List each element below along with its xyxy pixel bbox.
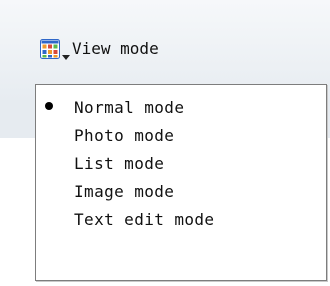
menu-item-label: List mode — [74, 153, 165, 173]
menu-item-list-mode[interactable]: List mode — [36, 149, 326, 177]
menu-item-image-mode[interactable]: Image mode — [36, 177, 326, 205]
menu-item-bullet-slot — [36, 93, 74, 121]
menu-item-photo-mode[interactable]: Photo mode — [36, 121, 326, 149]
view-mode-button[interactable]: View mode — [40, 36, 159, 62]
menu-item-label: Image mode — [74, 181, 175, 201]
menu-item-bullet-slot — [36, 177, 74, 205]
chevron-down-icon — [62, 46, 70, 60]
menu-item-bullet-slot — [36, 149, 74, 177]
menu-item-label: Text edit mode — [74, 209, 215, 229]
selected-bullet-icon — [45, 102, 53, 110]
menu-item-normal-mode[interactable]: Normal mode — [36, 93, 326, 121]
view-mode-label: View mode — [72, 39, 159, 58]
menu-item-label: Photo mode — [74, 125, 175, 145]
menu-item-text-edit-mode[interactable]: Text edit mode — [36, 205, 326, 233]
menu-item-label: Normal mode — [74, 97, 185, 117]
grid-icon — [40, 39, 60, 59]
menu-item-bullet-slot — [36, 121, 74, 149]
view-mode-menu: Normal mode Photo mode List mode Image m… — [35, 84, 327, 281]
menu-item-bullet-slot — [36, 205, 74, 233]
